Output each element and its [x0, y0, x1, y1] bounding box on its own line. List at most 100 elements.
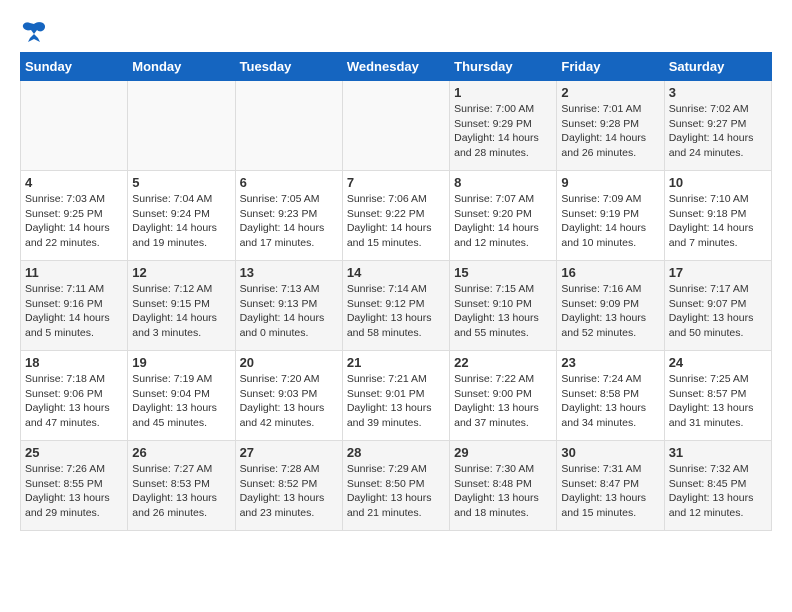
calendar-cell: 26 Sunrise: 7:27 AM Sunset: 8:53 PM Dayli… — [128, 441, 235, 531]
day-info: Sunrise: 7:32 AM Sunset: 8:45 PM Dayligh… — [669, 462, 767, 521]
day-number: 8 — [454, 175, 552, 190]
day-info: Sunrise: 7:15 AM Sunset: 9:10 PM Dayligh… — [454, 282, 552, 341]
day-info: Sunrise: 7:06 AM Sunset: 9:22 PM Dayligh… — [347, 192, 445, 251]
day-number: 7 — [347, 175, 445, 190]
weekday-header-monday: Monday — [128, 53, 235, 81]
calendar-cell — [21, 81, 128, 171]
logo-bird-icon — [20, 20, 48, 42]
calendar-cell: 31 Sunrise: 7:32 AM Sunset: 8:45 PM Dayli… — [664, 441, 771, 531]
calendar-cell: 27 Sunrise: 7:28 AM Sunset: 8:52 PM Dayli… — [235, 441, 342, 531]
calendar-cell: 17 Sunrise: 7:17 AM Sunset: 9:07 PM Dayli… — [664, 261, 771, 351]
calendar-cell: 10 Sunrise: 7:10 AM Sunset: 9:18 PM Dayli… — [664, 171, 771, 261]
calendar-cell: 20 Sunrise: 7:20 AM Sunset: 9:03 PM Dayli… — [235, 351, 342, 441]
day-info: Sunrise: 7:10 AM Sunset: 9:18 PM Dayligh… — [669, 192, 767, 251]
weekday-header-tuesday: Tuesday — [235, 53, 342, 81]
day-info: Sunrise: 7:00 AM Sunset: 9:29 PM Dayligh… — [454, 102, 552, 161]
calendar-week-row: 4Sunrise: 7:03 AM Sunset: 9:25 PM Daylig… — [21, 171, 772, 261]
day-info: Sunrise: 7:04 AM Sunset: 9:24 PM Dayligh… — [132, 192, 230, 251]
calendar-cell: 6 Sunrise: 7:05 AM Sunset: 9:23 PM Daylig… — [235, 171, 342, 261]
day-number: 12 — [132, 265, 230, 280]
calendar-cell — [235, 81, 342, 171]
weekday-header-thursday: Thursday — [450, 53, 557, 81]
day-number: 23 — [561, 355, 659, 370]
day-number: 24 — [669, 355, 767, 370]
day-info: Sunrise: 7:07 AM Sunset: 9:20 PM Dayligh… — [454, 192, 552, 251]
calendar-cell — [128, 81, 235, 171]
day-number: 14 — [347, 265, 445, 280]
day-number: 30 — [561, 445, 659, 460]
day-info: Sunrise: 7:12 AM Sunset: 9:15 PM Dayligh… — [132, 282, 230, 341]
day-number: 28 — [347, 445, 445, 460]
day-number: 13 — [240, 265, 338, 280]
calendar-cell: 19Sunrise: 7:19 AM Sunset: 9:04 PM Dayli… — [128, 351, 235, 441]
calendar-week-row: 25Sunrise: 7:26 AM Sunset: 8:55 PM Dayli… — [21, 441, 772, 531]
day-number: 20 — [240, 355, 338, 370]
day-info: Sunrise: 7:01 AM Sunset: 9:28 PM Dayligh… — [561, 102, 659, 161]
calendar-cell: 11 Sunrise: 7:11 AM Sunset: 9:16 PM Dayli… — [21, 261, 128, 351]
day-info: Sunrise: 7:21 AM Sunset: 9:01 PM Dayligh… — [347, 372, 445, 431]
calendar-cell: 29 Sunrise: 7:30 AM Sunset: 8:48 PM Dayli… — [450, 441, 557, 531]
day-number: 27 — [240, 445, 338, 460]
day-number: 31 — [669, 445, 767, 460]
day-number: 21 — [347, 355, 445, 370]
day-info: Sunrise: 7:11 AM Sunset: 9:16 PM Dayligh… — [25, 282, 123, 341]
header — [20, 20, 772, 42]
day-info: Sunrise: 7:28 AM Sunset: 8:52 PM Dayligh… — [240, 462, 338, 521]
calendar-cell: 1 Sunrise: 7:00 AM Sunset: 9:29 PM Daylig… — [450, 81, 557, 171]
calendar-table: SundayMondayTuesdayWednesdayThursdayFrid… — [20, 52, 772, 531]
day-number: 11 — [25, 265, 123, 280]
day-info: Sunrise: 7:17 AM Sunset: 9:07 PM Dayligh… — [669, 282, 767, 341]
calendar-header-row: SundayMondayTuesdayWednesdayThursdayFrid… — [21, 53, 772, 81]
calendar-week-row: 18 Sunrise: 7:18 AM Sunset: 9:06 PM Dayli… — [21, 351, 772, 441]
calendar-cell: 12 Sunrise: 7:12 AM Sunset: 9:15 PM Dayli… — [128, 261, 235, 351]
calendar-cell: 9 Sunrise: 7:09 AM Sunset: 9:19 PM Daylig… — [557, 171, 664, 261]
calendar-week-row: 1 Sunrise: 7:00 AM Sunset: 9:29 PM Daylig… — [21, 81, 772, 171]
day-number: 26 — [132, 445, 230, 460]
day-info: Sunrise: 7:30 AM Sunset: 8:48 PM Dayligh… — [454, 462, 552, 521]
calendar-cell: 14Sunrise: 7:14 AM Sunset: 9:12 PM Dayli… — [342, 261, 449, 351]
calendar-cell: 28 Sunrise: 7:29 AM Sunset: 8:50 PM Dayli… — [342, 441, 449, 531]
calendar-cell: 18 Sunrise: 7:18 AM Sunset: 9:06 PM Dayli… — [21, 351, 128, 441]
day-number: 17 — [669, 265, 767, 280]
calendar-cell: 13Sunrise: 7:13 AM Sunset: 9:13 PM Dayli… — [235, 261, 342, 351]
calendar-cell: 4Sunrise: 7:03 AM Sunset: 9:25 PM Daylig… — [21, 171, 128, 261]
day-number: 6 — [240, 175, 338, 190]
day-info: Sunrise: 7:18 AM Sunset: 9:06 PM Dayligh… — [25, 372, 123, 431]
calendar-cell: 15Sunrise: 7:15 AM Sunset: 9:10 PM Dayli… — [450, 261, 557, 351]
calendar-cell: 30 Sunrise: 7:31 AM Sunset: 8:47 PM Dayli… — [557, 441, 664, 531]
calendar-cell: 24Sunrise: 7:25 AM Sunset: 8:57 PM Dayli… — [664, 351, 771, 441]
day-number: 9 — [561, 175, 659, 190]
day-number: 29 — [454, 445, 552, 460]
day-number: 3 — [669, 85, 767, 100]
day-number: 2 — [561, 85, 659, 100]
day-info: Sunrise: 7:02 AM Sunset: 9:27 PM Dayligh… — [669, 102, 767, 161]
calendar-cell: 25Sunrise: 7:26 AM Sunset: 8:55 PM Dayli… — [21, 441, 128, 531]
day-info: Sunrise: 7:09 AM Sunset: 9:19 PM Dayligh… — [561, 192, 659, 251]
day-info: Sunrise: 7:26 AM Sunset: 8:55 PM Dayligh… — [25, 462, 123, 521]
day-info: Sunrise: 7:27 AM Sunset: 8:53 PM Dayligh… — [132, 462, 230, 521]
day-info: Sunrise: 7:29 AM Sunset: 8:50 PM Dayligh… — [347, 462, 445, 521]
calendar-week-row: 11 Sunrise: 7:11 AM Sunset: 9:16 PM Dayli… — [21, 261, 772, 351]
calendar-cell: 5Sunrise: 7:04 AM Sunset: 9:24 PM Daylig… — [128, 171, 235, 261]
day-info: Sunrise: 7:24 AM Sunset: 8:58 PM Dayligh… — [561, 372, 659, 431]
day-info: Sunrise: 7:20 AM Sunset: 9:03 PM Dayligh… — [240, 372, 338, 431]
day-number: 10 — [669, 175, 767, 190]
weekday-header-sunday: Sunday — [21, 53, 128, 81]
day-info: Sunrise: 7:03 AM Sunset: 9:25 PM Dayligh… — [25, 192, 123, 251]
weekday-header-wednesday: Wednesday — [342, 53, 449, 81]
weekday-header-saturday: Saturday — [664, 53, 771, 81]
calendar-cell: 8 Sunrise: 7:07 AM Sunset: 9:20 PM Daylig… — [450, 171, 557, 261]
day-number: 16 — [561, 265, 659, 280]
day-info: Sunrise: 7:31 AM Sunset: 8:47 PM Dayligh… — [561, 462, 659, 521]
calendar-cell: 23 Sunrise: 7:24 AM Sunset: 8:58 PM Dayli… — [557, 351, 664, 441]
day-number: 1 — [454, 85, 552, 100]
day-number: 22 — [454, 355, 552, 370]
day-info: Sunrise: 7:05 AM Sunset: 9:23 PM Dayligh… — [240, 192, 338, 251]
calendar-cell: 21 Sunrise: 7:21 AM Sunset: 9:01 PM Dayli… — [342, 351, 449, 441]
day-info: Sunrise: 7:16 AM Sunset: 9:09 PM Dayligh… — [561, 282, 659, 341]
calendar-cell: 7 Sunrise: 7:06 AM Sunset: 9:22 PM Daylig… — [342, 171, 449, 261]
calendar-cell: 22 Sunrise: 7:22 AM Sunset: 9:00 PM Dayli… — [450, 351, 557, 441]
day-number: 18 — [25, 355, 123, 370]
day-info: Sunrise: 7:22 AM Sunset: 9:00 PM Dayligh… — [454, 372, 552, 431]
logo — [20, 20, 52, 42]
